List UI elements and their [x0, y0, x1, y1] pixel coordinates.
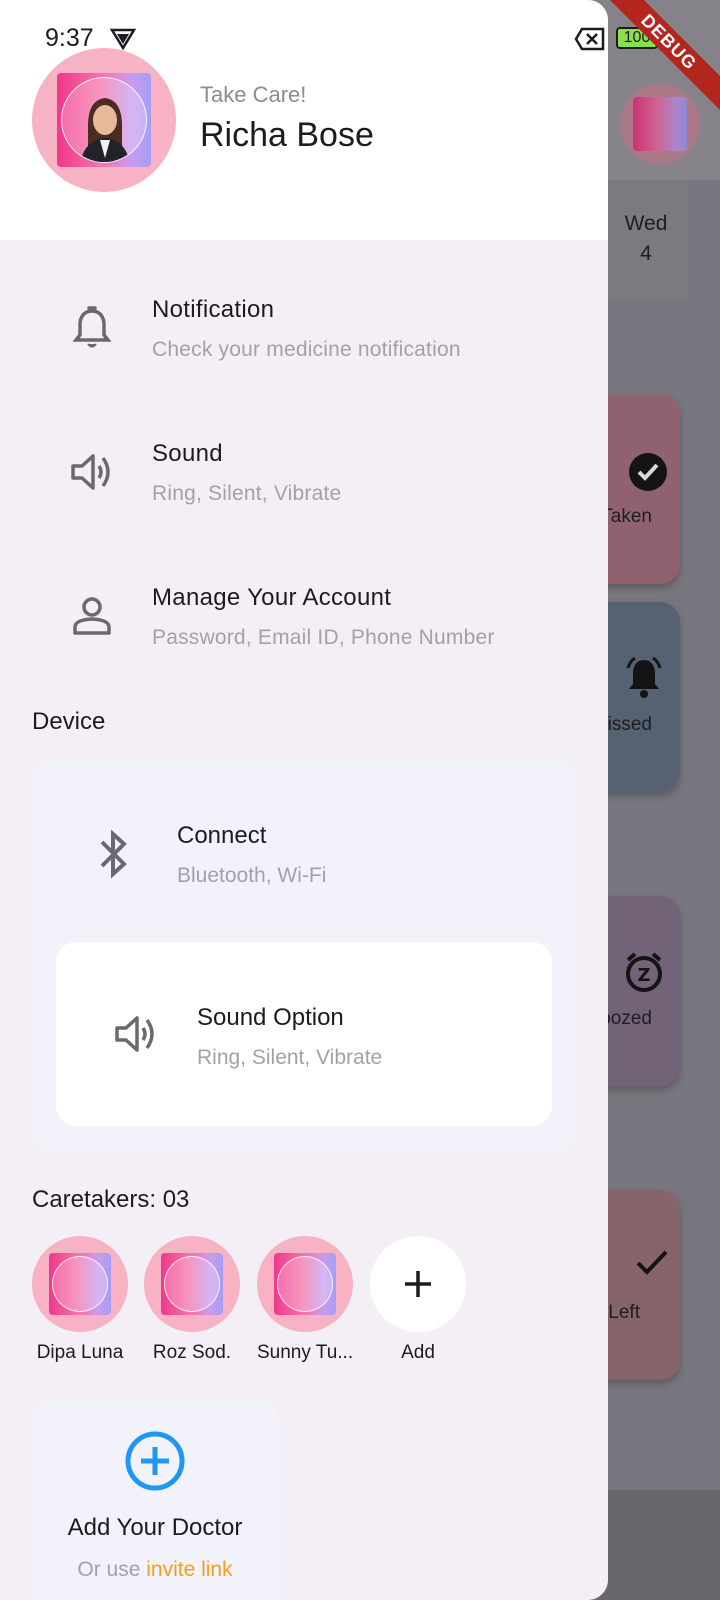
invite-text: Or use invite link [32, 1558, 278, 1582]
settings-item-notification[interactable]: Notification Check your medicine notific… [0, 286, 608, 406]
item-title: Connect [177, 822, 267, 849]
item-title: Manage Your Account [152, 584, 392, 611]
bell-icon [68, 304, 116, 352]
caretakers-list: Dipa Luna Roz Sod. Sunny Tu... Add [32, 1236, 492, 1366]
add-caretaker-circle [370, 1236, 466, 1332]
plus-icon [405, 1271, 431, 1297]
item-title: Notification [152, 296, 275, 323]
caretaker-avatar [257, 1236, 353, 1332]
item-subtitle: Ring, Silent, Vibrate [197, 1046, 383, 1069]
avatar-image [49, 1253, 111, 1315]
caretaker-item[interactable]: Dipa Luna [32, 1236, 128, 1364]
add-caretaker-label: Add [401, 1342, 435, 1363]
caretaker-name: Dipa Luna [36, 1342, 124, 1363]
user-name: Richa Bose [200, 116, 374, 154]
item-title: Sound Option [197, 1004, 344, 1031]
device-connect-item[interactable]: Connect Bluetooth, Wi-Fi [32, 758, 578, 928]
navigation-drawer: Take Care! Richa Bose Notification Check… [0, 0, 608, 1600]
greeting-text: Take Care! [200, 82, 307, 107]
item-subtitle: Ring, Silent, Vibrate [152, 482, 342, 505]
signal-icon [109, 26, 137, 52]
avatar-image [57, 73, 151, 167]
caretaker-name: Sunny Tu... [257, 1342, 354, 1363]
status-bar: 9:37 100 [0, 18, 720, 62]
item-subtitle: Password, Email ID, Phone Number [152, 626, 495, 649]
avatar-photo [61, 77, 147, 163]
device-sound-option-item[interactable]: Sound Option Ring, Silent, Vibrate [56, 942, 552, 1126]
person-icon [68, 592, 116, 640]
item-title: Sound [152, 440, 223, 467]
volume-icon [112, 1010, 160, 1058]
item-subtitle: Bluetooth, Wi-Fi [177, 864, 327, 887]
add-caretaker-button[interactable]: Add [370, 1236, 466, 1364]
volume-icon [68, 448, 116, 496]
avatar-image [161, 1253, 223, 1315]
item-subtitle: Check your medicine notification [152, 338, 461, 361]
profile-avatar[interactable] [32, 48, 176, 192]
caretaker-item[interactable]: Sunny Tu... [257, 1236, 353, 1364]
settings-item-sound[interactable]: Sound Ring, Silent, Vibrate [0, 430, 608, 550]
status-time: 9:37 [45, 24, 94, 52]
caretaker-avatar [144, 1236, 240, 1332]
device-section-title: Device [32, 708, 106, 735]
avatar-image [274, 1253, 336, 1315]
caretaker-avatar [32, 1236, 128, 1332]
add-doctor-title: Add Your Doctor [67, 1514, 243, 1541]
settings-item-account[interactable]: Manage Your Account Password, Email ID, … [0, 574, 608, 694]
bluetooth-icon [92, 828, 136, 880]
device-card: Connect Bluetooth, Wi-Fi Sound Option Ri… [32, 758, 578, 1150]
invite-link[interactable]: invite link [146, 1558, 232, 1581]
caretakers-title: Caretakers: 03 [32, 1186, 190, 1213]
add-doctor-card[interactable]: Add Your Doctor Or use invite link [32, 1400, 278, 1600]
caretaker-item[interactable]: Roz Sod. [144, 1236, 240, 1364]
no-sim-icon [574, 26, 606, 52]
caretaker-name: Roz Sod. [152, 1342, 232, 1363]
invite-prefix: Or use [77, 1558, 147, 1581]
add-circle-icon [124, 1430, 186, 1492]
